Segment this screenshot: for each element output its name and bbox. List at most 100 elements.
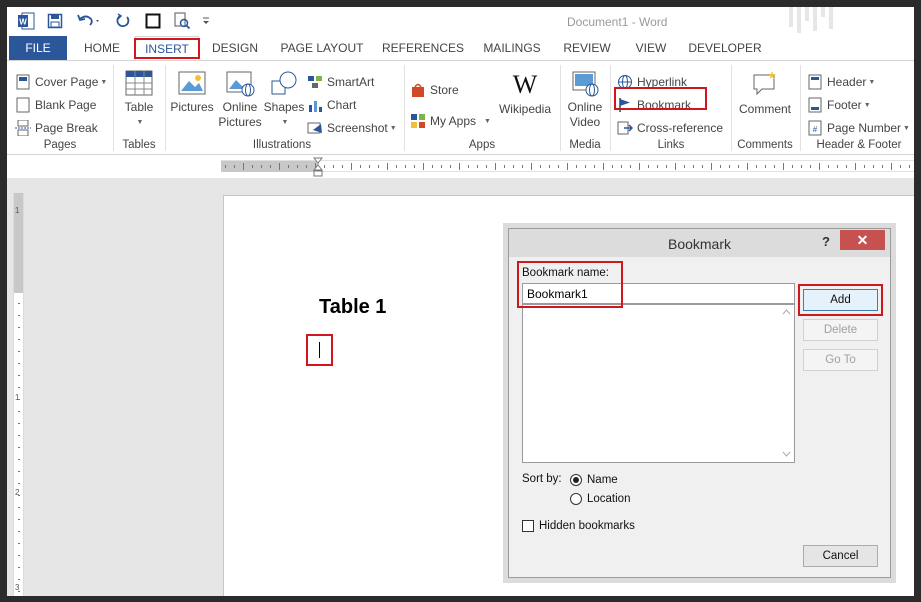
ruler-tick	[891, 163, 892, 170]
list-scrollbar[interactable]	[779, 305, 794, 462]
ruler-tick	[540, 165, 541, 168]
bookmark-list[interactable]	[522, 304, 795, 463]
bookmark-name-highlight	[517, 261, 623, 308]
tab-page-layout[interactable]: PAGE LAYOUT	[273, 36, 371, 60]
cover-page-button[interactable]: Cover Page ▼	[15, 72, 107, 92]
ruler-tick	[531, 163, 532, 170]
ruler-strip	[7, 156, 914, 178]
blank-page-label: Blank Page	[35, 98, 97, 112]
footer-label: Footer	[827, 98, 862, 112]
my-apps-button[interactable]: My Apps ▼	[410, 111, 491, 131]
ruler-tick	[423, 163, 424, 170]
document-heading[interactable]: Table 1	[319, 296, 386, 319]
ruler-tick	[288, 165, 289, 168]
cancel-button[interactable]: Cancel	[803, 545, 878, 567]
save-icon[interactable]	[45, 11, 65, 31]
page-number-button[interactable]: # Page Number ▼	[807, 118, 910, 138]
ruler-tick	[405, 165, 406, 168]
ruler-tick	[414, 165, 415, 168]
dialog-title-bar[interactable]: Bookmark ? ✕	[509, 229, 890, 257]
tab-review[interactable]: REVIEW	[560, 36, 614, 60]
ruler-tick	[522, 165, 523, 168]
ruler-tick	[18, 411, 20, 412]
square-icon[interactable]	[143, 11, 163, 31]
tab-file[interactable]: FILE	[9, 36, 67, 60]
pictures-button[interactable]: Pictures	[169, 69, 215, 115]
sort-name-radio[interactable]	[570, 474, 582, 486]
ruler-tick	[18, 399, 20, 400]
footer-icon	[807, 97, 823, 113]
chart-button[interactable]: Chart	[307, 95, 356, 115]
shapes-button[interactable]: Shapes ▼	[263, 69, 305, 130]
tab-design[interactable]: DESIGN	[207, 36, 263, 60]
screenshot-button[interactable]: Screenshot ▼	[307, 118, 397, 138]
bookmark-button-highlight	[614, 87, 707, 110]
horizontal-ruler[interactable]	[221, 160, 914, 172]
page-break-button[interactable]: Page Break	[15, 118, 98, 138]
ruler-tick	[387, 163, 388, 170]
apps-group-label: Apps	[468, 139, 496, 151]
close-button[interactable]: ✕	[840, 230, 885, 250]
comment-button[interactable]: Comment	[735, 69, 795, 117]
ruler-tick	[612, 165, 613, 168]
cover-page-icon	[15, 74, 31, 90]
store-button[interactable]: Store	[410, 80, 459, 100]
svg-text:#: #	[813, 125, 818, 134]
ruler-tick	[792, 165, 793, 168]
ruler-tick	[909, 165, 910, 168]
ruler-tick	[639, 163, 640, 170]
redo-icon[interactable]	[113, 11, 133, 31]
smartart-button[interactable]: SmartArt	[307, 72, 374, 92]
online-pictures-label-2: Pictures	[218, 115, 262, 129]
ruler-tick	[18, 447, 20, 448]
ruler-tick	[873, 165, 874, 168]
header-footer-group-label: Header & Footer	[816, 139, 902, 151]
delete-button[interactable]: Delete	[803, 319, 878, 341]
online-pictures-button[interactable]: Online Pictures	[217, 69, 263, 130]
scroll-down-icon[interactable]	[782, 451, 791, 457]
ruler-tick	[18, 591, 20, 592]
table-button[interactable]: Table ▼	[119, 69, 159, 130]
tab-home[interactable]: HOME	[77, 36, 127, 60]
ruler-tick	[297, 165, 298, 168]
cross-reference-button[interactable]: Cross-reference	[617, 118, 723, 138]
ruler-tick	[864, 165, 865, 168]
help-icon[interactable]: ?	[822, 234, 830, 249]
ruler-tick	[549, 165, 550, 168]
tab-mailings[interactable]: MAILINGS	[477, 36, 547, 60]
goto-button[interactable]: Go To	[803, 349, 878, 371]
ruler-tick	[558, 165, 559, 168]
comment-icon	[735, 69, 795, 99]
title-bar: W Document1 - Word	[7, 7, 914, 36]
table-icon	[119, 69, 159, 97]
footer-button[interactable]: Footer ▼	[807, 95, 871, 115]
dialog-title: Bookmark	[667, 236, 732, 252]
ruler-tick	[18, 387, 20, 388]
blank-page-button[interactable]: Blank Page	[15, 95, 96, 115]
sort-location-radio[interactable]	[570, 493, 582, 505]
wikipedia-button[interactable]: W Wikipedia	[497, 69, 553, 117]
vertical-ruler[interactable]: 1 1 2 3	[13, 193, 24, 596]
tab-references[interactable]: REFERENCES	[381, 36, 465, 60]
hidden-bookmarks-label: Hidden bookmarks	[539, 520, 635, 532]
text-cursor	[319, 342, 320, 358]
word-window: W Document1 - Word FILE HOME INSERT DESI…	[7, 7, 914, 596]
ruler-tick	[837, 165, 838, 168]
store-icon	[410, 82, 426, 98]
indent-marker-icon[interactable]	[313, 157, 323, 177]
ruler-tick	[18, 531, 20, 532]
scroll-up-icon[interactable]	[782, 309, 791, 315]
undo-icon[interactable]	[75, 11, 103, 31]
ruler-tick	[342, 165, 343, 168]
pictures-icon	[169, 69, 215, 97]
hidden-bookmarks-checkbox[interactable]	[522, 520, 534, 532]
online-video-button[interactable]: Online Video	[563, 69, 607, 130]
tab-developer[interactable]: DEVELOPER	[685, 36, 765, 60]
ruler-tick	[828, 165, 829, 168]
print-preview-icon[interactable]	[171, 11, 193, 31]
ruler-tick	[18, 375, 20, 376]
ruler-tick	[18, 435, 20, 436]
customize-qat-icon[interactable]	[200, 11, 212, 31]
header-button[interactable]: Header ▼	[807, 72, 875, 92]
tab-view[interactable]: VIEW	[627, 36, 675, 60]
